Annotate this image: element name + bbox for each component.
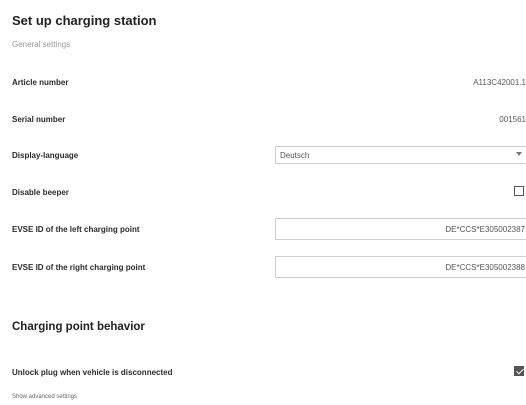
serial-number-row: Serial number 001561 [0,110,526,130]
display-language-select[interactable]: Deutsch [275,146,526,164]
evse-left-label: EVSE ID of the left charging point [12,225,140,234]
unlock-plug-checkbox[interactable] [514,366,524,376]
evse-left-row: EVSE ID of the left charging point DE*CC… [0,218,526,240]
display-language-row: Display-language Deutsch [0,146,526,166]
disable-beeper-row: Disable beeper [0,183,526,203]
article-number-label: Article number [12,78,69,87]
section-title-behavior: Charging point behavior [12,321,145,333]
serial-number-label: Serial number [12,115,66,124]
display-language-label: Display-language [12,151,79,160]
page-title: Set up charging station [12,13,157,28]
article-number-value: A113C42001.1 [473,78,526,87]
evse-left-value: DE*CCS*E305002387 [445,225,525,234]
evse-right-label: EVSE ID of the right charging point [12,263,146,272]
evse-right-field[interactable]: DE*CCS*E305002388 [275,256,526,278]
unlock-plug-label: Unlock plug when vehicle is disconnected [12,368,173,377]
show-advanced-settings-link[interactable]: Show advanced settings [12,394,77,400]
chevron-down-icon [516,152,522,156]
unlock-plug-row: Unlock plug when vehicle is disconnected [0,363,526,383]
serial-number-value: 001561 [499,115,526,124]
setup-page: Set up charging station General settings… [0,0,526,405]
display-language-selected: Deutsch [280,151,310,160]
disable-beeper-checkbox[interactable] [514,186,524,196]
disable-beeper-label: Disable beeper [12,188,69,197]
evse-right-value: DE*CCS*E305002388 [445,263,525,272]
evse-left-field[interactable]: DE*CCS*E305002387 [275,218,526,240]
article-number-row: Article number A113C42001.1 [0,73,526,93]
section-subtitle-general: General settings [12,40,71,49]
evse-right-row: EVSE ID of the right charging point DE*C… [0,256,526,278]
